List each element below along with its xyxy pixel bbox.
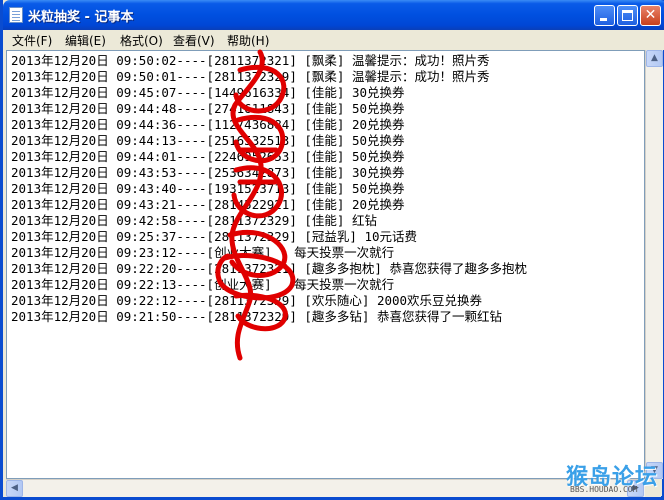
menu-view[interactable]: 查看(V) (173, 32, 215, 49)
menu-bar: 文件(F) 编辑(E) 格式(O) 查看(V) 帮助(H) (6, 30, 664, 50)
minimize-icon (600, 18, 607, 21)
title-bar[interactable]: 米粒抽奖 - 记事本 ✕ (3, 0, 664, 30)
menu-help[interactable]: 帮助(H) (227, 32, 269, 49)
vertical-scrollbar[interactable]: ▲ ▼ (645, 50, 663, 479)
horizontal-scrollbar[interactable]: ◀ ▶ (6, 479, 645, 497)
menu-format[interactable]: 格式(O) (120, 32, 163, 49)
menu-edit[interactable]: 编辑(E) (65, 32, 106, 49)
notepad-icon (9, 7, 23, 23)
log-line: 2013年12月20日 09:21:50----[2811372329] [趣多… (11, 309, 502, 324)
scroll-left-icon[interactable]: ◀ (6, 480, 23, 497)
log-line: 2013年12月20日 09:44:48----[2741611843] [佳能… (11, 101, 405, 116)
scroll-down-icon[interactable]: ▼ (646, 462, 663, 479)
minimize-button[interactable] (594, 5, 615, 26)
log-line: 2013年12月20日 09:44:01----[2246952653] [佳能… (11, 149, 405, 164)
log-line: 2013年12月20日 09:44:36----[1127436884] [佳能… (11, 117, 405, 132)
notepad-window: 米粒抽奖 - 记事本 ✕ 文件(F) 编辑(E) 格式(O) 查看(V) 帮助(… (0, 0, 664, 500)
log-line: 2013年12月20日 09:43:40----[1931523713] [佳能… (11, 181, 405, 196)
close-icon: ✕ (644, 7, 657, 23)
text-editor[interactable]: 2013年12月20日 09:50:02----[2811372321] [飘柔… (6, 50, 645, 479)
maximize-button[interactable] (617, 5, 638, 26)
log-line: 2013年12月20日 09:44:13----[2516532513] [佳能… (11, 133, 405, 148)
size-grip[interactable] (645, 479, 662, 496)
log-line: 2013年12月20日 09:50:02----[2811372321] [飘柔… (11, 53, 490, 68)
log-line: 2013年12月20日 09:22:20----[2811372321] [趣多… (11, 261, 527, 276)
log-line: 2013年12月20日 09:42:58----[2811372329] [佳能… (11, 213, 377, 228)
log-line: 2013年12月20日 09:43:21----[2814522921] [佳能… (11, 197, 405, 212)
window-title: 米粒抽奖 - 记事本 (28, 10, 134, 25)
close-button[interactable]: ✕ (640, 5, 661, 26)
log-line: 2013年12月20日 09:45:07----[1449616334] [佳能… (11, 85, 405, 100)
log-line: 2013年12月20日 09:22:12----[2811372329] [欢乐… (11, 293, 483, 308)
maximize-icon (622, 10, 633, 21)
menu-file[interactable]: 文件(F) (12, 32, 52, 49)
log-line: 2013年12月20日 09:23:12----[创业大赛] 每天投票一次就行 (11, 245, 395, 260)
log-line: 2013年12月20日 09:25:37----[2811372329] [冠益… (11, 229, 418, 244)
scroll-up-icon[interactable]: ▲ (646, 50, 663, 67)
log-line: 2013年12月20日 09:50:01----[2811372329] [飘柔… (11, 69, 490, 84)
log-line: 2013年12月20日 09:22:13----[创业大赛] 每天投票一次就行 (11, 277, 395, 292)
log-line: 2013年12月20日 09:43:53----[2536342873] [佳能… (11, 165, 405, 180)
scroll-right-icon[interactable]: ▶ (627, 480, 644, 497)
